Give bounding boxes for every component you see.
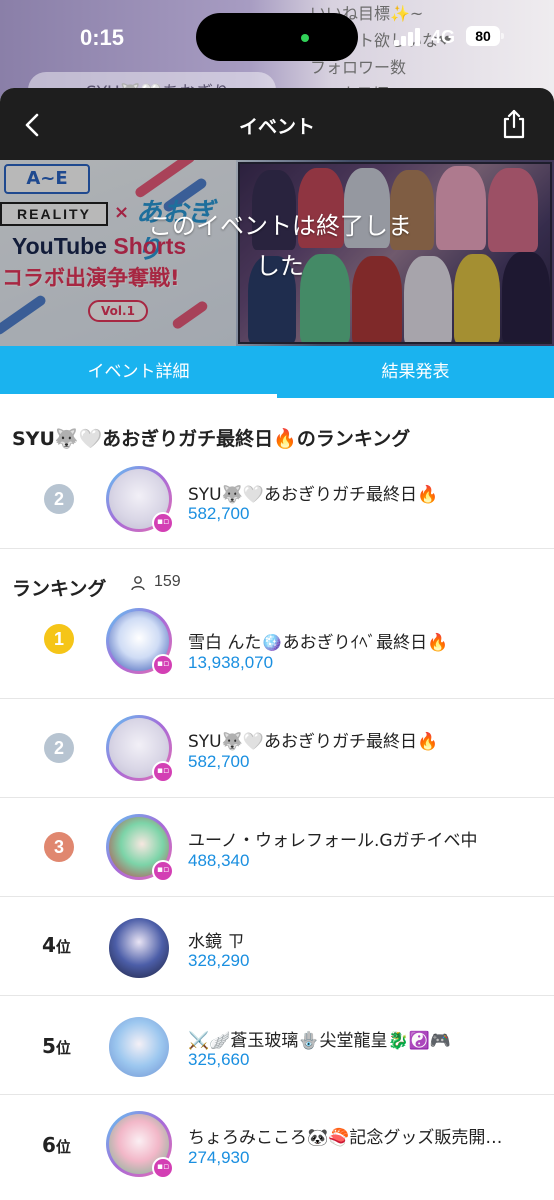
camera-indicator-icon: [301, 34, 309, 42]
active-tab-indicator: [0, 394, 277, 398]
table-row[interactable]: 5位 ⚔️🪽蒼玉玻璃🪬尖堂龍皇🐉☯️🎮 325,660: [0, 996, 554, 1095]
user-name: ちょろみこころ🐼🍣記念グッズ販売開…: [188, 1128, 503, 1148]
user-name: ⚔️🪽蒼玉玻璃🪬尖堂龍皇🐉☯️🎮: [188, 1031, 452, 1051]
ranking-title: ランキング: [12, 578, 107, 600]
user-score: 582,700: [188, 504, 250, 523]
table-row[interactable]: 1 ▪▫ 雪白 んた🪩あおぎりｲﾍﾞ最終日🔥 13,938,070: [0, 600, 554, 699]
user-score: 13,938,070: [188, 653, 274, 672]
user-score: 274,930: [188, 1148, 250, 1167]
event-banner[interactable]: A~E REALITY × あおぎり YouTube Shorts コラボ出演争…: [0, 160, 554, 346]
ranking-list: 1 ▪▫ 雪白 んた🪩あおぎりｲﾍﾞ最終日🔥 13,938,070 2 ▪▫ S…: [0, 600, 554, 1194]
avatar[interactable]: ▪▫: [106, 466, 174, 534]
rank-number: 6位: [42, 1133, 71, 1157]
event-ended-message: このイベントは終了しました: [148, 212, 412, 280]
rank-medal-gold: 1: [44, 624, 74, 654]
live-badge-icon: ▪▫: [152, 761, 174, 783]
avatar[interactable]: ▪▫: [106, 715, 174, 783]
table-row[interactable]: 3 ▪▫ ユーノ・ウォレフォール.Gガチイベ中 488,340: [0, 798, 554, 897]
table-row[interactable]: 6位 ▪▫ ちょろみこころ🐼🍣記念グッズ販売開… 274,930: [0, 1095, 554, 1194]
rank-medal-silver: 2: [44, 484, 74, 514]
avatar[interactable]: ▪▫: [106, 814, 174, 882]
my-ranking-title: SYU🐺🤍あおぎりガチ最終日🔥のランキング: [12, 428, 411, 450]
user-name: 水鏡 ㄗ: [188, 932, 245, 952]
people-icon: [131, 576, 145, 591]
live-badge-icon: ▪▫: [152, 1157, 174, 1179]
table-row[interactable]: 2 ▪▫ SYU🐺🤍あおぎりガチ最終日🔥 582,700: [0, 699, 554, 798]
user-name: ユーノ・ウォレフォール.Gガチイベ中: [188, 831, 478, 851]
tab-results[interactable]: 結果発表: [277, 346, 554, 398]
avatar[interactable]: [106, 1014, 172, 1080]
nav-bar: イベント: [0, 88, 554, 160]
share-icon[interactable]: [500, 108, 528, 140]
user-name: 雪白 んた🪩あおぎりｲﾍﾞ最終日🔥: [188, 633, 449, 653]
my-ranking-row[interactable]: 2 ▪▫ SYU🐺🤍あおぎりガチ最終日🔥 582,700: [0, 450, 554, 549]
rank-number: 5位: [42, 1034, 71, 1058]
status-time: 0:15: [80, 25, 125, 50]
page-title: イベント: [238, 116, 315, 138]
avatar[interactable]: [106, 915, 172, 981]
user-score: 582,700: [188, 752, 250, 771]
dynamic-island: [196, 13, 358, 61]
tab-bar: イベント詳細 結果発表: [0, 346, 554, 398]
live-badge-icon: ▪▫: [152, 512, 174, 534]
network-type: 4G: [431, 27, 456, 47]
tab-event-details[interactable]: イベント詳細: [0, 346, 277, 398]
rank-medal-silver: 2: [44, 733, 74, 763]
rank-medal-bronze: 3: [44, 832, 74, 862]
battery-icon: 80: [466, 26, 504, 46]
avatar[interactable]: ▪▫: [106, 608, 174, 676]
user-score: 488,340: [188, 851, 250, 870]
avatar[interactable]: ▪▫: [106, 1111, 174, 1179]
user-score: 325,660: [188, 1050, 250, 1069]
live-badge-icon: ▪▫: [152, 860, 174, 882]
status-bar: 0:15 4G 80: [0, 0, 554, 72]
user-score: 328,290: [188, 951, 250, 970]
user-name: SYU🐺🤍あおぎりガチ最終日🔥: [188, 732, 439, 752]
live-badge-icon: ▪▫: [152, 654, 174, 676]
rank-number: 4位: [42, 933, 71, 957]
participant-count: 159: [154, 573, 181, 590]
signal-icon: [394, 28, 424, 46]
user-name: SYU🐺🤍あおぎりガチ最終日🔥: [188, 485, 439, 505]
table-row[interactable]: 4位 水鏡 ㄗ 328,290: [0, 897, 554, 996]
